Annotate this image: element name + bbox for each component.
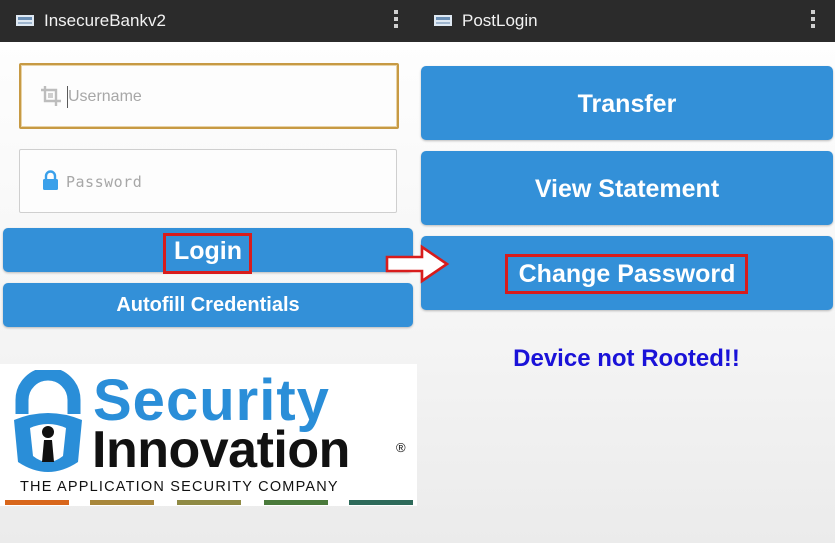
transfer-button[interactable]: Transfer (421, 66, 833, 140)
login-screen: InsecureBankv2 Username Password Login A… (0, 0, 418, 543)
post-login-screen: PostLogin Transfer View Statement Change… (418, 0, 835, 543)
padlock-logo-icon (14, 370, 82, 472)
action-bar: InsecureBankv2 (0, 0, 418, 42)
root-status-text: Device not Rooted!! (513, 345, 740, 372)
right-arrow-icon (385, 244, 450, 284)
logo-color-bar (5, 500, 69, 505)
logo-color-bar (349, 500, 413, 505)
transfer-label: Transfer (577, 90, 677, 118)
logo-word-innovation: Innovation (92, 421, 350, 479)
username-field[interactable]: Username (19, 63, 399, 129)
logo-color-bar (264, 500, 328, 505)
autofill-credentials-button[interactable]: Autofill Credentials (3, 283, 413, 327)
crop-icon (41, 86, 61, 106)
login-button[interactable]: Login (3, 228, 413, 274)
change-password-highlight-box (505, 254, 748, 294)
action-bar: PostLogin (418, 0, 835, 42)
password-field[interactable]: Password (19, 149, 397, 213)
keyboard-icon (434, 15, 452, 26)
registered-mark: ® (396, 440, 406, 455)
username-placeholder: Username (68, 88, 142, 105)
logo-tagline: THE APPLICATION SECURITY COMPANY (20, 479, 339, 495)
view-statement-label: View Statement (534, 175, 720, 203)
view-statement-button[interactable]: View Statement (421, 151, 833, 225)
screen-title: PostLogin (462, 11, 538, 30)
change-password-button[interactable]: Change Password (421, 236, 833, 310)
lock-icon (43, 170, 58, 190)
autofill-label: Autofill Credentials (116, 294, 300, 316)
logo-color-bar (177, 500, 241, 505)
overflow-menu-icon[interactable] (809, 10, 817, 32)
overflow-menu-icon[interactable] (392, 10, 400, 32)
password-placeholder: Password (66, 173, 143, 191)
logo-color-bar (90, 500, 154, 505)
app-title: InsecureBankv2 (44, 11, 166, 30)
keyboard-icon (16, 15, 34, 26)
security-innovation-logo: Security Innovation ® THE APPLICATION SE… (0, 364, 417, 506)
login-highlight-box (163, 233, 252, 274)
